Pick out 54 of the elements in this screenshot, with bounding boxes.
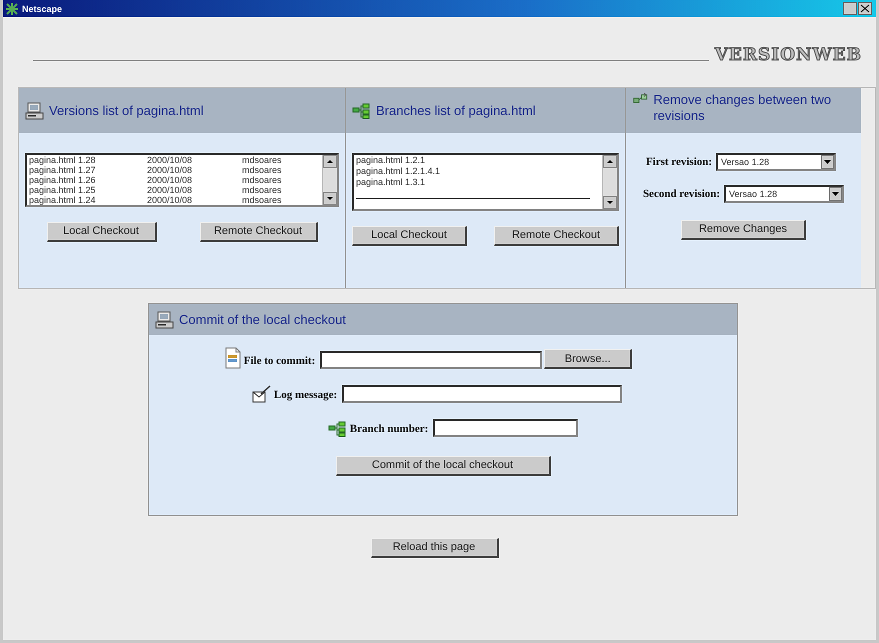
- window-title: Netscape: [22, 4, 62, 14]
- version-name: pagina.html 1.25: [29, 185, 97, 195]
- field-label: File to commit:: [244, 355, 316, 367]
- version-author: mdsoares: [242, 155, 283, 165]
- version-author: mdsoares: [242, 165, 283, 175]
- version-date: 2000/10/08: [147, 155, 194, 165]
- panel-title: Branches list of pagina.html: [376, 102, 536, 118]
- reload-button[interactable]: Reload this page: [370, 538, 498, 558]
- version-author: mdsoares: [242, 195, 283, 205]
- logo: VERSIONWEB: [714, 45, 862, 65]
- panel-title: Versions list of pagina.html: [49, 102, 204, 118]
- computer-icon: [25, 102, 45, 120]
- scrollbar[interactable]: [602, 155, 617, 209]
- version-author: mdsoares: [242, 185, 283, 195]
- branches-list[interactable]: pagina.html 1.2.1 pagina.html 1.2.1.4.1 pagina.html 1.3.1: [352, 153, 619, 211]
- envelope-pen-icon: [252, 385, 272, 403]
- branch-item[interactable]: pagina.html 1.3.1: [356, 177, 602, 188]
- version-date: 2000/10/08: [147, 195, 194, 205]
- app-icon: [6, 2, 18, 14]
- version-name: pagina.html 1.28: [29, 155, 97, 165]
- versions-list[interactable]: pagina.html 1.28 2000/10/08 mdsoares pagina.html 1.27 2000/10/08 mdsoares pagina.html 1.26 2000/10/08 mdsoares pagina.html 1.25 2000/10/08 mdsoares pagina.html 1.24 2000/10/08 mdsoares: [25, 153, 339, 207]
- version-date: 2000/10/08: [147, 175, 194, 185]
- revision-dropdown[interactable]: Versao 1.28: [716, 153, 836, 171]
- version-date: 2000/10/08: [147, 165, 194, 175]
- field-label: Branch number:: [350, 423, 428, 435]
- version-name: pagina.html 1.26: [29, 175, 97, 185]
- input-field[interactable]: [342, 385, 622, 403]
- version-name: pagina.html 1.24: [29, 195, 97, 205]
- scrollbar[interactable]: [322, 155, 337, 205]
- remote-checkout-button[interactable]: Remote Checkout: [200, 222, 318, 242]
- panel-title: Remove changes between two revisions: [653, 92, 832, 124]
- branch-icon: [352, 102, 372, 118]
- remote-checkout-button[interactable]: Remote Checkout: [494, 226, 619, 246]
- revision-label: Second revision:: [642, 188, 720, 200]
- commit-button[interactable]: Commit of the local checkout: [336, 456, 550, 476]
- window-controls-icon[interactable]: [843, 2, 873, 15]
- input-field[interactable]: [320, 351, 542, 369]
- field-label: Log message:: [274, 389, 338, 401]
- version-name: pagina.html 1.27: [29, 165, 97, 175]
- document-icon: [224, 347, 242, 369]
- branch-item[interactable]: pagina.html 1.2.1: [356, 155, 602, 166]
- local-checkout-button[interactable]: Local Checkout: [46, 222, 156, 242]
- branch-item[interactable]: pagina.html 1.2.1.4.1: [356, 166, 602, 177]
- remove-changes-button[interactable]: Remove Changes: [681, 220, 806, 240]
- version-date: 2000/10/08: [147, 185, 194, 195]
- revision-label: First revision:: [646, 156, 712, 168]
- revision-dropdown[interactable]: Versao 1.28: [724, 185, 844, 203]
- panel-title: Commit of the local checkout: [179, 312, 346, 328]
- local-checkout-button[interactable]: Local Checkout: [352, 226, 467, 246]
- version-author: mdsoares: [242, 175, 283, 185]
- branch-icon: [328, 421, 348, 437]
- computer-icon: [155, 310, 175, 328]
- input-field[interactable]: [433, 419, 578, 437]
- browse-button[interactable]: Browse...: [544, 349, 632, 369]
